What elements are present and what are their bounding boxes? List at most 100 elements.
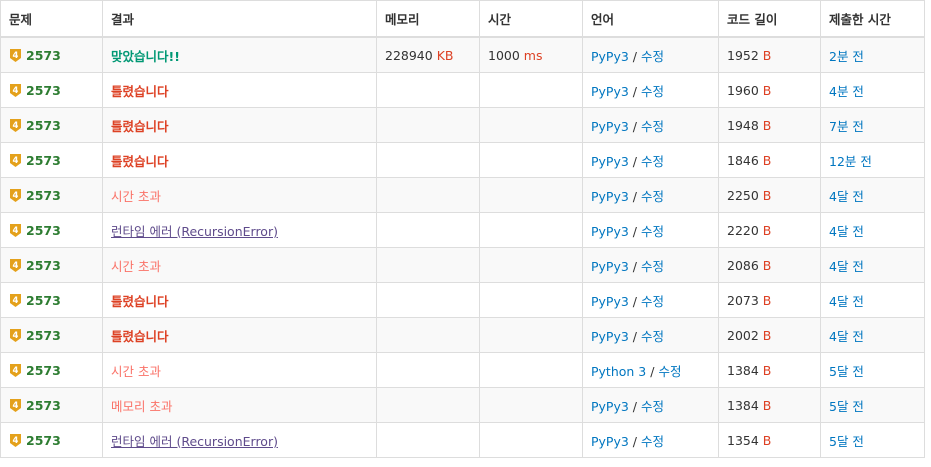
problem-id-link[interactable]: 2573 <box>26 433 61 448</box>
result-cell: 맞았습니다!! <box>102 36 377 73</box>
edit-link[interactable]: 수정 <box>641 399 664 414</box>
code-length-value: 2220 <box>727 222 759 238</box>
problem-id-link[interactable]: 2573 <box>26 328 61 343</box>
language-link[interactable]: Python 3 <box>591 364 646 379</box>
edit-link[interactable]: 수정 <box>641 49 664 64</box>
language-link[interactable]: PyPy3 <box>591 329 629 344</box>
edit-link[interactable]: 수정 <box>641 119 664 134</box>
submitted-cell: 4달 전 <box>820 212 925 248</box>
submitted-time-link[interactable]: 4달 전 <box>829 224 864 239</box>
memory-cell <box>376 317 480 353</box>
header-time: 시간 <box>479 0 583 38</box>
problem-id-link[interactable]: 2573 <box>26 258 61 273</box>
code-length-value: 1952 <box>727 47 759 63</box>
language-link[interactable]: PyPy3 <box>591 119 629 134</box>
submission-table: 문제 결과 메모리 시간 언어 코드 길이 제출한 시간 4 2573 맞았습니… <box>0 0 925 458</box>
submitted-time-link[interactable]: 4달 전 <box>829 189 864 204</box>
language-cell: PyPy3 / 수정 <box>582 317 719 353</box>
submitted-time-link[interactable]: 2분 전 <box>829 49 864 64</box>
svg-text:4: 4 <box>13 51 19 61</box>
problem-cell: 4 2573 <box>0 422 103 458</box>
gold-tier-icon: 4 <box>9 398 22 413</box>
language-link[interactable]: PyPy3 <box>591 434 629 449</box>
problem-id-link[interactable]: 2573 <box>26 153 61 168</box>
svg-text:4: 4 <box>13 86 19 96</box>
edit-link[interactable]: 수정 <box>641 154 664 169</box>
code-length-value: 2002 <box>727 327 759 343</box>
table-row: 4 2573 시간 초과 Python 3 / 수정 1384 B 5달 전 <box>0 352 925 388</box>
problem-id-link[interactable]: 2573 <box>26 188 61 203</box>
problem-id-link[interactable]: 2573 <box>26 398 61 413</box>
code-length-value: 1384 <box>727 362 759 378</box>
submitted-time-link[interactable]: 4달 전 <box>829 294 864 309</box>
language-link[interactable]: PyPy3 <box>591 224 629 239</box>
time-value: 1000 <box>488 47 520 63</box>
submitted-time-link[interactable]: 4달 전 <box>829 329 864 344</box>
result-text[interactable]: 런타임 에러 (RecursionError) <box>111 434 278 449</box>
memory-cell <box>376 422 480 458</box>
language-link[interactable]: PyPy3 <box>591 154 629 169</box>
edit-link[interactable]: 수정 <box>641 224 664 239</box>
edit-link[interactable]: 수정 <box>641 84 664 99</box>
submitted-time-link[interactable]: 7분 전 <box>829 119 864 134</box>
language-cell: PyPy3 / 수정 <box>582 72 719 108</box>
code-length-value: 1354 <box>727 432 759 448</box>
code-length-value: 2086 <box>727 257 759 273</box>
code-length-value: 1948 <box>727 117 759 133</box>
result-cell: 시간 초과 <box>102 247 377 283</box>
problem-cell: 4 2573 <box>0 212 103 248</box>
edit-link[interactable]: 수정 <box>641 294 664 309</box>
gold-tier-icon: 4 <box>9 328 22 343</box>
submitted-cell: 2분 전 <box>820 36 925 73</box>
result-cell: 메모리 초과 <box>102 387 377 423</box>
submitted-cell: 4달 전 <box>820 282 925 318</box>
time-cell <box>479 422 583 458</box>
result-text[interactable]: 런타임 에러 (RecursionError) <box>111 224 278 239</box>
language-link[interactable]: PyPy3 <box>591 189 629 204</box>
problem-id-link[interactable]: 2573 <box>26 223 61 238</box>
time-cell <box>479 107 583 143</box>
table-row: 4 2573 틀렸습니다 PyPy3 / 수정 2002 B 4달 전 <box>0 317 925 353</box>
memory-cell <box>376 212 480 248</box>
memory-cell <box>376 107 480 143</box>
language-link[interactable]: PyPy3 <box>591 259 629 274</box>
language-cell: PyPy3 / 수정 <box>582 212 719 248</box>
edit-link[interactable]: 수정 <box>641 434 664 449</box>
submitted-time-link[interactable]: 5달 전 <box>829 364 864 379</box>
result-text: 틀렸습니다 <box>111 83 169 99</box>
edit-link[interactable]: 수정 <box>658 364 681 379</box>
svg-text:4: 4 <box>13 366 19 376</box>
submitted-time-link[interactable]: 4분 전 <box>829 84 864 99</box>
edit-link[interactable]: 수정 <box>641 189 664 204</box>
time-cell: 1000 ms <box>479 36 583 73</box>
problem-id-link[interactable]: 2573 <box>26 293 61 308</box>
svg-text:4: 4 <box>13 191 19 201</box>
edit-link[interactable]: 수정 <box>641 259 664 274</box>
problem-id-link[interactable]: 2573 <box>26 118 61 133</box>
submitted-time-link[interactable]: 4달 전 <box>829 259 864 274</box>
result-cell: 시간 초과 <box>102 177 377 213</box>
gold-tier-icon: 4 <box>9 118 22 133</box>
result-text: 틀렸습니다 <box>111 328 169 344</box>
language-link[interactable]: PyPy3 <box>591 49 629 64</box>
memory-value: 228940 <box>385 47 433 63</box>
submitted-time-link[interactable]: 5달 전 <box>829 434 864 449</box>
problem-id-link[interactable]: 2573 <box>26 363 61 378</box>
submitted-time-link[interactable]: 5달 전 <box>829 399 864 414</box>
code-length-cell: 2086 B <box>718 247 821 283</box>
language-link[interactable]: PyPy3 <box>591 84 629 99</box>
submitted-time-link[interactable]: 12분 전 <box>829 154 872 169</box>
problem-id-link[interactable]: 2573 <box>26 48 61 63</box>
language-link[interactable]: PyPy3 <box>591 399 629 414</box>
edit-link[interactable]: 수정 <box>641 329 664 344</box>
header-problem: 문제 <box>0 0 103 38</box>
gold-tier-icon: 4 <box>9 188 22 203</box>
code-length-cell: 1384 B <box>718 352 821 388</box>
code-length-unit: B <box>762 362 772 378</box>
language-cell: PyPy3 / 수정 <box>582 422 719 458</box>
table-row: 4 2573 시간 초과 PyPy3 / 수정 2086 B 4달 전 <box>0 247 925 283</box>
gold-tier-icon: 4 <box>9 48 22 63</box>
problem-id-link[interactable]: 2573 <box>26 83 61 98</box>
gold-tier-icon: 4 <box>9 433 22 448</box>
language-link[interactable]: PyPy3 <box>591 294 629 309</box>
